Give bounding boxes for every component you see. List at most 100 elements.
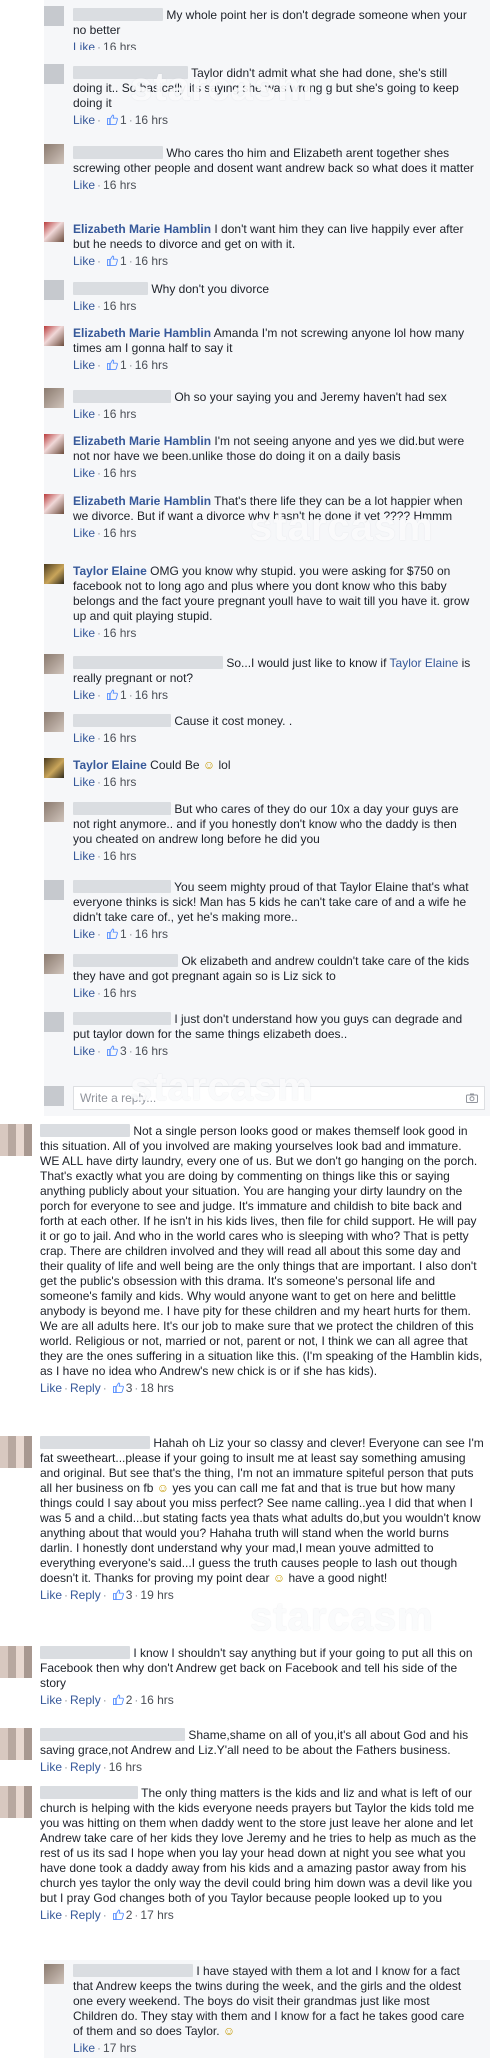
timestamp[interactable]: 16 hrs	[103, 407, 136, 421]
blurred-name[interactable]	[40, 1436, 150, 1449]
blurred-name[interactable]	[73, 656, 223, 669]
avatar[interactable]	[0, 1436, 32, 1468]
timestamp[interactable]: 16 hrs	[109, 1760, 142, 1774]
avatar[interactable]	[44, 144, 64, 164]
avatar[interactable]	[44, 954, 64, 974]
like-link[interactable]: Like	[73, 731, 95, 745]
blurred-name[interactable]	[40, 1728, 185, 1741]
like-link[interactable]: Like	[73, 178, 95, 192]
timestamp[interactable]: 19 hrs	[140, 1588, 173, 1602]
avatar[interactable]	[44, 280, 64, 300]
blurred-name[interactable]	[73, 390, 171, 403]
timestamp[interactable]: 16 hrs	[103, 849, 136, 863]
timestamp[interactable]: 16 hrs	[103, 731, 136, 745]
timestamp[interactable]: 16 hrs	[135, 254, 168, 268]
like-count[interactable]: 3	[120, 1044, 127, 1058]
avatar[interactable]	[44, 712, 64, 732]
timestamp[interactable]: 16 hrs	[103, 466, 136, 480]
avatar[interactable]	[44, 222, 64, 242]
avatar[interactable]	[0, 1124, 32, 1156]
blurred-name[interactable]	[40, 1646, 130, 1659]
commenter-name[interactable]: Elizabeth Marie Hamblin	[73, 434, 211, 448]
like-link[interactable]: Like	[73, 626, 95, 640]
like-link[interactable]: Like	[40, 1908, 62, 1922]
timestamp[interactable]: 16 hrs	[103, 986, 136, 1000]
timestamp[interactable]: 16 hrs	[135, 113, 168, 127]
commenter-name[interactable]: Elizabeth Marie Hamblin	[73, 326, 211, 340]
like-link[interactable]: Like	[73, 688, 95, 702]
like-link[interactable]: Like	[40, 1760, 62, 1774]
camera-icon[interactable]	[466, 1093, 478, 1103]
timestamp[interactable]: 17 hrs	[103, 2041, 136, 2055]
like-count[interactable]: 3	[126, 1588, 133, 1602]
like-link[interactable]: Like	[73, 407, 95, 421]
like-link[interactable]: Like	[73, 2041, 95, 2055]
like-link[interactable]: Like	[40, 1381, 62, 1395]
avatar[interactable]	[44, 6, 64, 26]
timestamp[interactable]: 18 hrs	[140, 1381, 173, 1395]
timestamp[interactable]: 16 hrs	[135, 1044, 168, 1058]
like-link[interactable]: Like	[73, 1044, 95, 1058]
avatar[interactable]	[44, 758, 64, 778]
like-count[interactable]: 1	[120, 927, 127, 941]
reply-link[interactable]: Reply	[70, 1588, 101, 1602]
commenter-name[interactable]: Elizabeth Marie Hamblin	[73, 494, 211, 508]
avatar[interactable]	[44, 802, 64, 822]
timestamp[interactable]: 16 hrs	[103, 178, 136, 192]
like-count[interactable]: 1	[120, 688, 127, 702]
blurred-name[interactable]	[73, 954, 178, 967]
commenter-name[interactable]: Taylor Elaine	[73, 564, 147, 578]
like-link[interactable]: Like	[73, 113, 95, 127]
avatar[interactable]	[44, 326, 64, 346]
blurred-name[interactable]	[40, 1786, 138, 1799]
timestamp[interactable]: 16 hrs	[103, 526, 136, 540]
avatar[interactable]	[44, 494, 64, 514]
blurred-name[interactable]	[73, 146, 163, 159]
avatar[interactable]	[44, 654, 64, 674]
avatar[interactable]	[44, 434, 64, 454]
timestamp[interactable]: 16 hrs	[135, 358, 168, 372]
like-link[interactable]: Like	[73, 254, 95, 268]
reply-link[interactable]: Reply	[70, 1760, 101, 1774]
timestamp[interactable]: 16 hrs	[135, 688, 168, 702]
avatar[interactable]	[0, 1786, 32, 1818]
like-link[interactable]: Like	[73, 466, 95, 480]
blurred-name[interactable]	[73, 802, 171, 815]
timestamp[interactable]: 16 hrs	[135, 927, 168, 941]
avatar[interactable]	[0, 1728, 32, 1760]
like-count[interactable]: 1	[120, 358, 127, 372]
like-link[interactable]: Like	[73, 526, 95, 540]
timestamp[interactable]: 16 hrs	[103, 626, 136, 640]
like-link[interactable]: Like	[73, 986, 95, 1000]
blurred-name[interactable]	[73, 880, 171, 893]
blurred-name[interactable]	[40, 1124, 130, 1137]
mention-link[interactable]: Taylor Elaine	[390, 656, 459, 670]
blurred-name[interactable]	[73, 66, 188, 79]
avatar[interactable]	[44, 880, 64, 900]
blurred-name[interactable]	[73, 1012, 171, 1025]
commenter-name[interactable]: Taylor Elaine	[73, 758, 147, 772]
like-link[interactable]: Like	[73, 775, 95, 789]
blurred-name[interactable]	[73, 1964, 193, 1977]
blurred-name[interactable]	[73, 8, 163, 21]
avatar[interactable]	[0, 1646, 32, 1678]
reply-link[interactable]: Reply	[70, 1381, 101, 1395]
like-count[interactable]: 2	[126, 1908, 133, 1922]
timestamp[interactable]: 16 hrs	[103, 299, 136, 313]
like-link[interactable]: Like	[73, 358, 95, 372]
avatar[interactable]	[44, 1012, 64, 1032]
like-link[interactable]: Like	[73, 299, 95, 313]
like-link[interactable]: Like	[73, 849, 95, 863]
timestamp[interactable]: 17 hrs	[140, 1908, 173, 1922]
avatar[interactable]	[44, 1964, 64, 1984]
timestamp[interactable]: 16 hrs	[103, 775, 136, 789]
blurred-name[interactable]	[73, 282, 148, 295]
like-link[interactable]: Like	[73, 927, 95, 941]
like-count[interactable]: 1	[120, 113, 127, 127]
reply-link[interactable]: Reply	[70, 1908, 101, 1922]
avatar[interactable]	[44, 564, 64, 584]
reply-input[interactable]: Write a reply...	[73, 1086, 485, 1110]
like-count[interactable]: 3	[126, 1381, 133, 1395]
like-count[interactable]: 2	[126, 1693, 133, 1707]
avatar[interactable]	[44, 64, 64, 84]
